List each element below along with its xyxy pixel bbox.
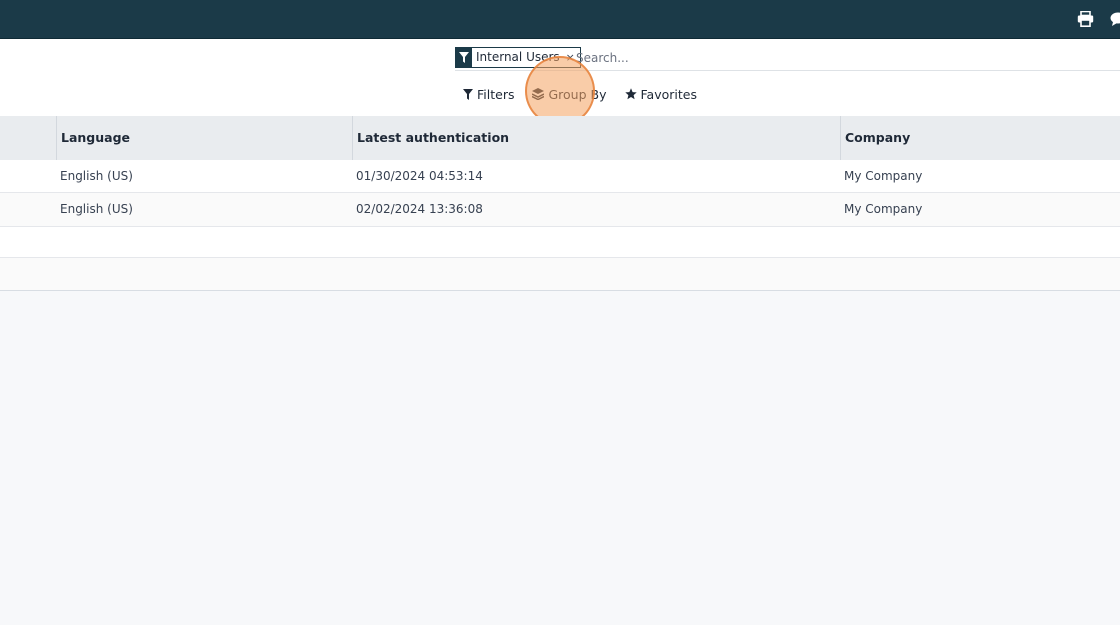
favorites-button[interactable]: Favorites bbox=[624, 86, 697, 102]
table-row[interactable]: English (US) 01/30/2024 04:53:14 My Comp… bbox=[0, 160, 1120, 193]
star-icon bbox=[624, 88, 637, 100]
cell-language: English (US) bbox=[60, 169, 133, 183]
column-header-latest-authentication[interactable]: Latest authentication bbox=[352, 116, 841, 160]
group-by-button[interactable]: Group By bbox=[532, 86, 607, 102]
column-header-language[interactable]: Language bbox=[56, 116, 353, 160]
empty-table-row bbox=[0, 258, 1120, 290]
print-icon[interactable] bbox=[1077, 11, 1094, 27]
cell-latest-authentication: 02/02/2024 13:36:08 bbox=[356, 202, 483, 216]
layers-icon bbox=[532, 88, 545, 100]
top-navbar bbox=[0, 0, 1120, 39]
search-facet: Internal Users × bbox=[455, 47, 581, 68]
search-options: Filters Group By Favorites bbox=[463, 86, 697, 102]
column-header-company[interactable]: Company bbox=[840, 116, 1120, 160]
facet-value: Internal Users bbox=[472, 48, 564, 67]
search-input[interactable] bbox=[576, 47, 1096, 68]
empty-table-row bbox=[0, 227, 1120, 258]
filter-icon bbox=[456, 48, 472, 67]
filter-icon bbox=[463, 88, 473, 100]
cell-latest-authentication: 01/30/2024 04:53:14 bbox=[356, 169, 483, 183]
cell-company: My Company bbox=[844, 202, 923, 216]
filters-label: Filters bbox=[477, 86, 515, 102]
users-list-view: Language Latest authentication Company E… bbox=[0, 116, 1120, 291]
group-by-label: Group By bbox=[548, 86, 607, 102]
table-header: Language Latest authentication Company bbox=[0, 116, 1120, 160]
chat-icon[interactable] bbox=[1110, 12, 1120, 27]
cell-language: English (US) bbox=[60, 202, 133, 216]
favorites-label: Favorites bbox=[640, 86, 697, 102]
cell-company: My Company bbox=[844, 169, 923, 183]
control-panel: Internal Users × Filters Group By Favori… bbox=[0, 39, 1120, 126]
filters-button[interactable]: Filters bbox=[463, 87, 514, 102]
table-row[interactable]: English (US) 02/02/2024 13:36:08 My Comp… bbox=[0, 193, 1120, 227]
search-bar[interactable]: Internal Users × bbox=[455, 46, 1120, 71]
